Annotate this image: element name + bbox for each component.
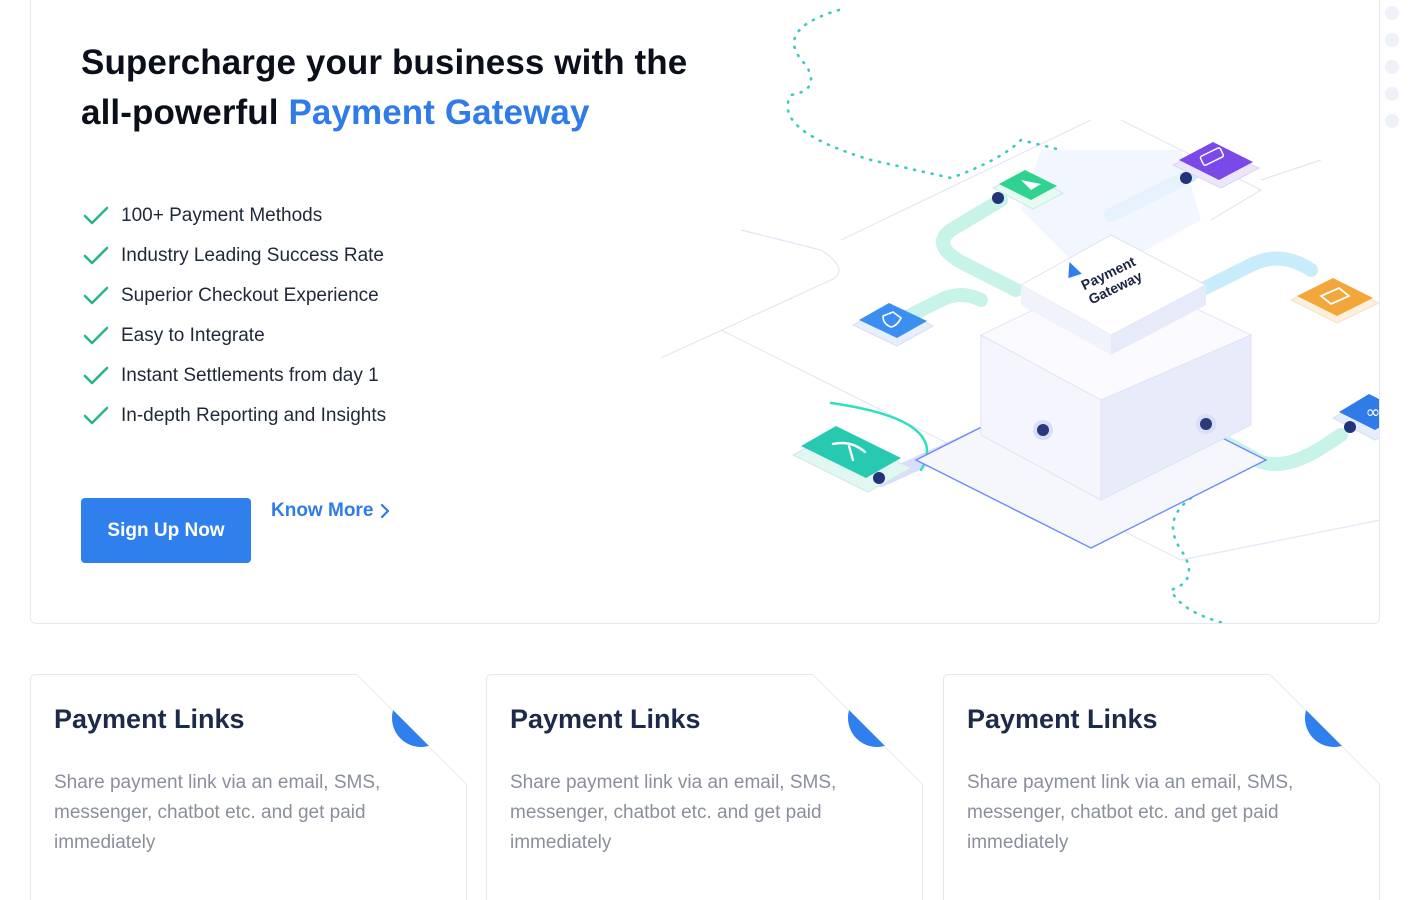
sign-up-button[interactable]: Sign Up Now <box>81 498 251 563</box>
check-icon <box>83 326 109 345</box>
card-description: Share payment link via an email, SMS, me… <box>510 772 837 853</box>
feature-item: 100+ Payment Methods <box>83 196 386 236</box>
fork-tile-icon <box>791 426 913 493</box>
hero-title-accent: Payment Gateway <box>288 93 590 132</box>
card-tile-icon <box>1171 142 1261 189</box>
check-icon <box>83 366 109 385</box>
page-indicator <box>1385 6 1407 141</box>
svg-text:∞: ∞ <box>1366 402 1381 423</box>
page-dot[interactable] <box>1385 87 1399 101</box>
feature-label: In-depth Reporting and Insights <box>121 405 387 426</box>
page-dot[interactable] <box>1385 33 1399 47</box>
page-dot[interactable] <box>1385 6 1399 20</box>
card-description: Share payment link via an email, SMS, me… <box>967 772 1294 853</box>
feature-label: 100+ Payment Methods <box>121 205 323 226</box>
check-icon <box>83 246 109 265</box>
feature-label: Superior Checkout Experience <box>121 285 379 306</box>
chevron-right-icon <box>381 503 390 519</box>
page-dot[interactable] <box>1385 114 1399 128</box>
card-title: Payment Links <box>967 704 1158 734</box>
card-title: Payment Links <box>54 704 245 734</box>
feature-card[interactable]: Payment Links Share payment link via an … <box>30 674 467 900</box>
know-more-link[interactable]: Know More <box>271 500 391 522</box>
check-icon <box>83 286 109 305</box>
page-dot[interactable] <box>1385 60 1399 74</box>
feature-label: Instant Settlements from day 1 <box>121 365 379 386</box>
hero-section: Supercharge your business with the all-p… <box>30 0 1380 624</box>
feature-list: 100+ Payment Methods Industry Leading Su… <box>83 196 386 436</box>
card-title: Payment Links <box>510 704 701 734</box>
check-icon <box>83 206 109 225</box>
feature-item: Easy to Integrate <box>83 316 386 356</box>
know-more-label: Know More <box>271 500 374 521</box>
swap-tile-icon <box>1289 278 1379 324</box>
feature-label: Easy to Integrate <box>121 325 265 346</box>
check-icon <box>83 406 109 425</box>
feature-item: Industry Leading Success Rate <box>83 236 386 276</box>
feature-item: Superior Checkout Experience <box>83 276 386 316</box>
feature-card[interactable]: Payment Links Share payment link via an … <box>943 674 1380 900</box>
feature-label: Industry Leading Success Rate <box>121 245 384 266</box>
feature-item: Instant Settlements from day 1 <box>83 356 386 396</box>
link-arrows-icon <box>848 689 906 747</box>
link-arrows-icon <box>392 689 450 747</box>
card-description: Share payment link via an email, SMS, me… <box>54 772 381 853</box>
feature-card[interactable]: Payment Links Share payment link via an … <box>486 674 923 900</box>
link-arrows-icon <box>1305 689 1363 747</box>
payment-gateway-illustration: Payment Gateway ∞ <box>660 8 1381 623</box>
feature-item: In-depth Reporting and Insights <box>83 396 386 436</box>
